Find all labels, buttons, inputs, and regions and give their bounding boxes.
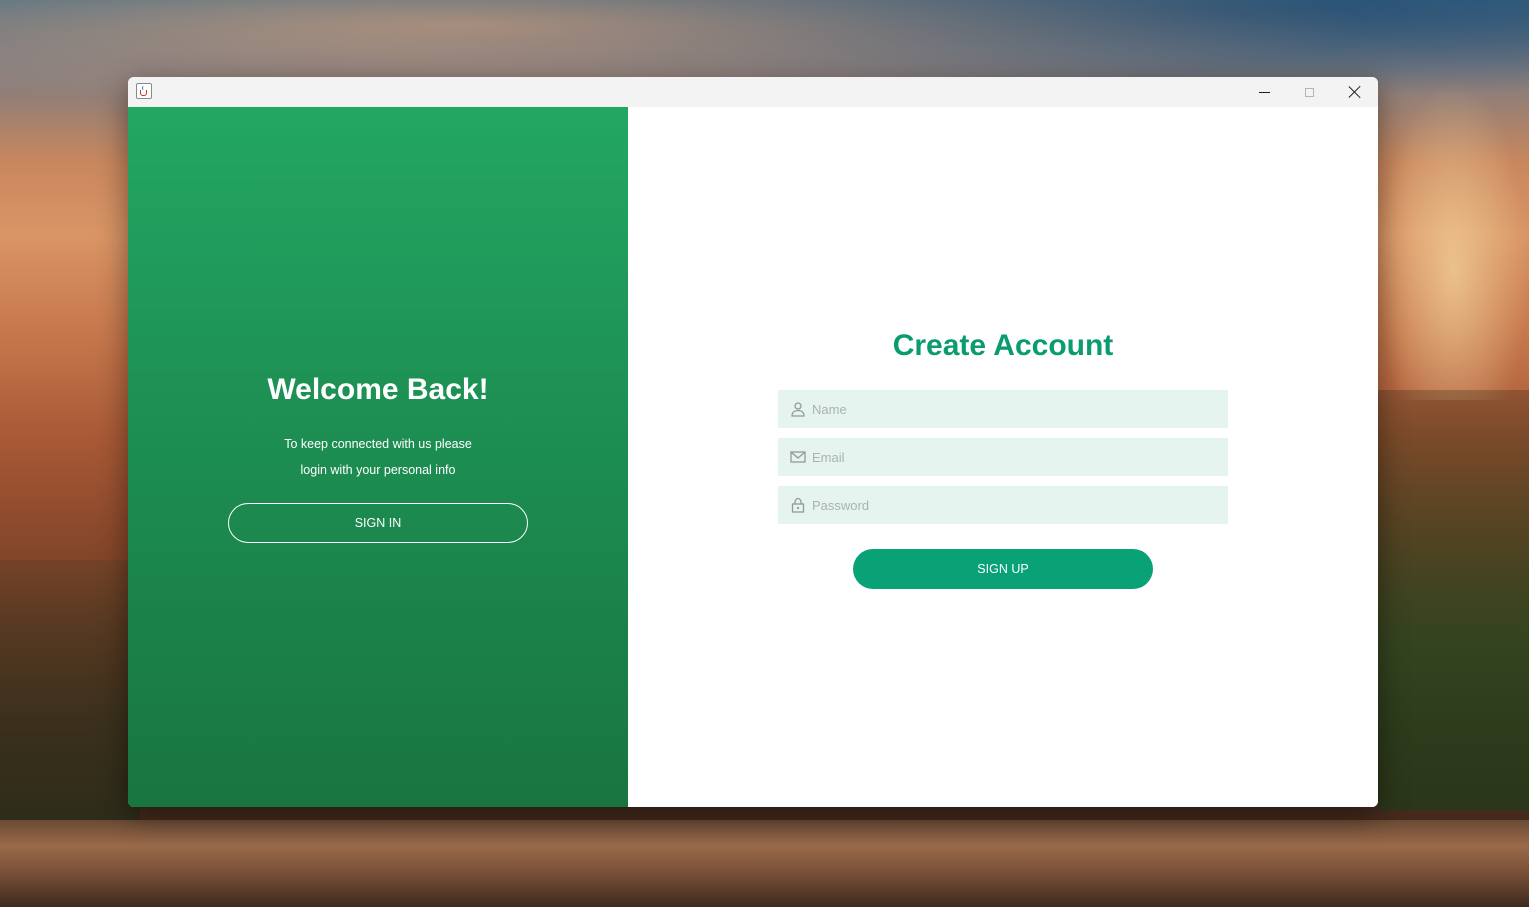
welcome-panel: Welcome Back! To keep connected with us … bbox=[128, 107, 628, 807]
name-field[interactable] bbox=[778, 390, 1228, 428]
minimize-button[interactable] bbox=[1241, 77, 1287, 107]
sign-in-button[interactable]: SIGN IN bbox=[228, 503, 528, 543]
create-account-title: Create Account bbox=[892, 329, 1114, 362]
wallpaper-clouds bbox=[1378, 80, 1529, 400]
close-button[interactable] bbox=[1332, 77, 1378, 107]
java-cup-icon bbox=[140, 90, 147, 96]
welcome-title: Welcome Back! bbox=[267, 373, 489, 406]
welcome-subtitle-line2: login with your personal info bbox=[300, 463, 456, 477]
minimize-icon bbox=[1258, 91, 1270, 93]
wallpaper-fence bbox=[0, 820, 1529, 907]
mail-icon bbox=[790, 451, 806, 463]
name-input[interactable] bbox=[812, 390, 1212, 428]
password-input[interactable] bbox=[812, 486, 1212, 524]
title-bar[interactable] bbox=[128, 77, 1378, 107]
sign-up-button[interactable]: SIGN UP bbox=[853, 549, 1153, 589]
user-icon bbox=[791, 402, 805, 417]
email-input[interactable] bbox=[812, 438, 1212, 476]
app-window: Welcome Back! To keep connected with us … bbox=[128, 77, 1378, 807]
java-app-icon[interactable] bbox=[136, 83, 152, 99]
create-account-panel: Create Account SIGN UP bbox=[628, 107, 1378, 807]
wallpaper-trees-left bbox=[0, 560, 140, 840]
maximize-icon bbox=[1304, 87, 1314, 97]
maximize-button[interactable] bbox=[1286, 77, 1332, 107]
welcome-subtitle-line1: To keep connected with us please bbox=[284, 437, 472, 451]
password-field[interactable] bbox=[778, 486, 1228, 524]
email-field[interactable] bbox=[778, 438, 1228, 476]
wallpaper-trees-right bbox=[1378, 390, 1529, 810]
lock-icon bbox=[791, 497, 805, 513]
close-icon bbox=[1349, 86, 1361, 98]
